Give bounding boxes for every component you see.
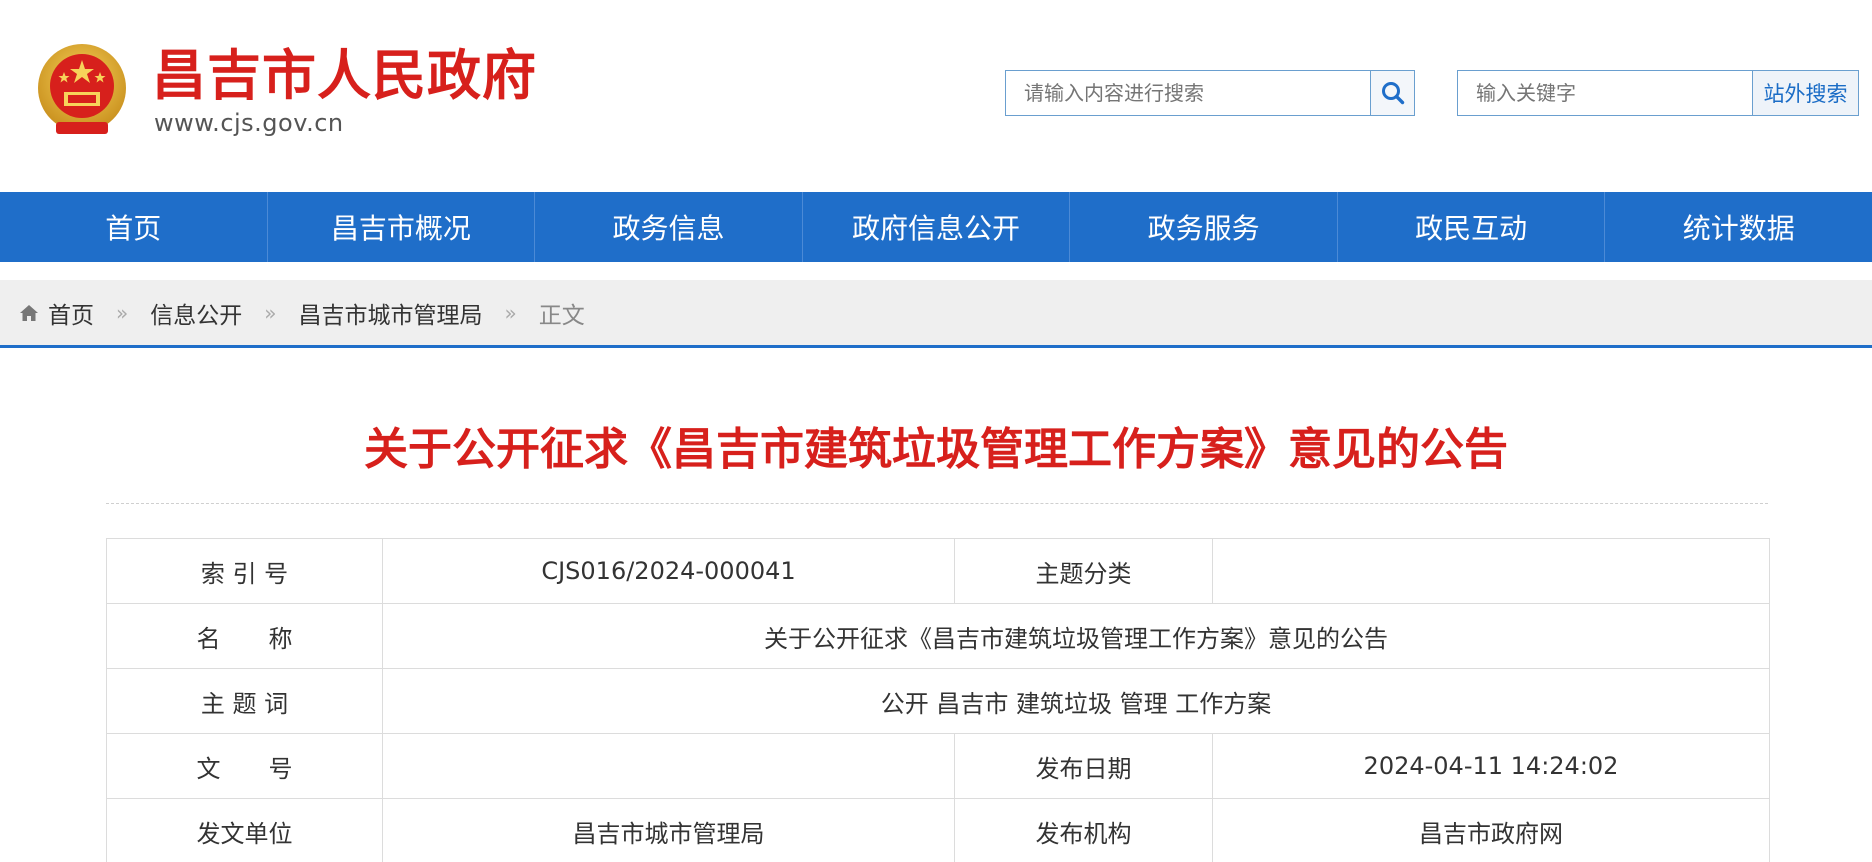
external-search-input[interactable] [1458, 71, 1752, 115]
table-row: 文 号 发布日期 2024-04-11 14:24:02 [106, 733, 1770, 799]
title-divider [106, 503, 1768, 504]
topic-value [1212, 538, 1770, 604]
issuer-value: 昌吉市城市管理局 [382, 798, 955, 862]
breadcrumb-city-management[interactable]: 昌吉市城市管理局 [299, 296, 483, 330]
keywords-value: 公开 昌吉市 建筑垃圾 管理 工作方案 [382, 668, 1770, 734]
table-row: 名 称 关于公开征求《昌吉市建筑垃圾管理工作方案》意见的公告 [106, 603, 1770, 669]
external-search-button[interactable]: 站外搜索 [1752, 71, 1858, 115]
issuer-label: 发文单位 [106, 798, 383, 862]
breadcrumb: 首页 » 信息公开 » 昌吉市城市管理局 » 正文 [0, 280, 1872, 348]
breadcrumb-current: 正文 [538, 302, 585, 329]
main-search-input[interactable] [1006, 71, 1370, 115]
table-row: 发文单位 昌吉市城市管理局 发布机构 昌吉市政府网 [106, 798, 1770, 862]
external-search-box: 站外搜索 [1457, 70, 1859, 116]
date-value: 2024-04-11 14:24:02 [1212, 733, 1770, 799]
nav-item-overview[interactable]: 昌吉市概况 [268, 192, 536, 262]
nav-item-gov-info[interactable]: 政务信息 [535, 192, 803, 262]
topic-label: 主题分类 [954, 538, 1213, 604]
main-search-box [1005, 70, 1415, 116]
table-row: 索 引 号 CJS016/2024-000041 主题分类 [106, 538, 1770, 604]
index-label: 索 引 号 [106, 538, 383, 604]
publisher-value: 昌吉市政府网 [1212, 798, 1770, 862]
breadcrumb-separator: » [504, 300, 517, 325]
publisher-label: 发布机构 [954, 798, 1213, 862]
search-icon [1381, 82, 1404, 105]
name-value: 关于公开征求《昌吉市建筑垃圾管理工作方案》意见的公告 [382, 603, 1770, 669]
main-nav: 首页 昌吉市概况 政务信息 政府信息公开 政务服务 政民互动 统计数据 [0, 192, 1872, 262]
nav-item-gov-services[interactable]: 政务服务 [1070, 192, 1338, 262]
home-icon [20, 304, 38, 321]
article-title: 关于公开征求《昌吉市建筑垃圾管理工作方案》意见的公告 [364, 424, 1508, 475]
site-url: www.cjs.gov.cn [154, 109, 344, 137]
breadcrumb-home[interactable]: 首页 [48, 296, 94, 330]
main-search-button[interactable] [1370, 71, 1414, 115]
date-label: 发布日期 [954, 733, 1213, 799]
breadcrumb-separator: » [116, 300, 129, 325]
nav-item-home[interactable]: 首页 [0, 192, 268, 262]
nav-item-interaction[interactable]: 政民互动 [1338, 192, 1606, 262]
keywords-label: 主 题 词 [106, 668, 383, 734]
national-emblem-icon[interactable] [34, 42, 130, 140]
docno-label: 文 号 [106, 733, 383, 799]
name-label: 名 称 [106, 603, 383, 669]
table-row: 主 题 词 公开 昌吉市 建筑垃圾 管理 工作方案 [106, 668, 1770, 734]
nav-item-info-disclosure[interactable]: 政府信息公开 [803, 192, 1071, 262]
index-value: CJS016/2024-000041 [382, 538, 955, 604]
breadcrumb-separator: » [264, 300, 277, 325]
breadcrumb-info-disclosure[interactable]: 信息公开 [150, 296, 242, 330]
info-table: 索 引 号 CJS016/2024-000041 主题分类 名 称 关于公开征求… [106, 538, 1770, 862]
site-header: 昌吉市人民政府 www.cjs.gov.cn 站外搜索 [0, 0, 1872, 192]
nav-item-statistics[interactable]: 统计数据 [1605, 192, 1872, 262]
docno-value [382, 733, 955, 799]
site-title[interactable]: 昌吉市人民政府 [152, 44, 537, 108]
